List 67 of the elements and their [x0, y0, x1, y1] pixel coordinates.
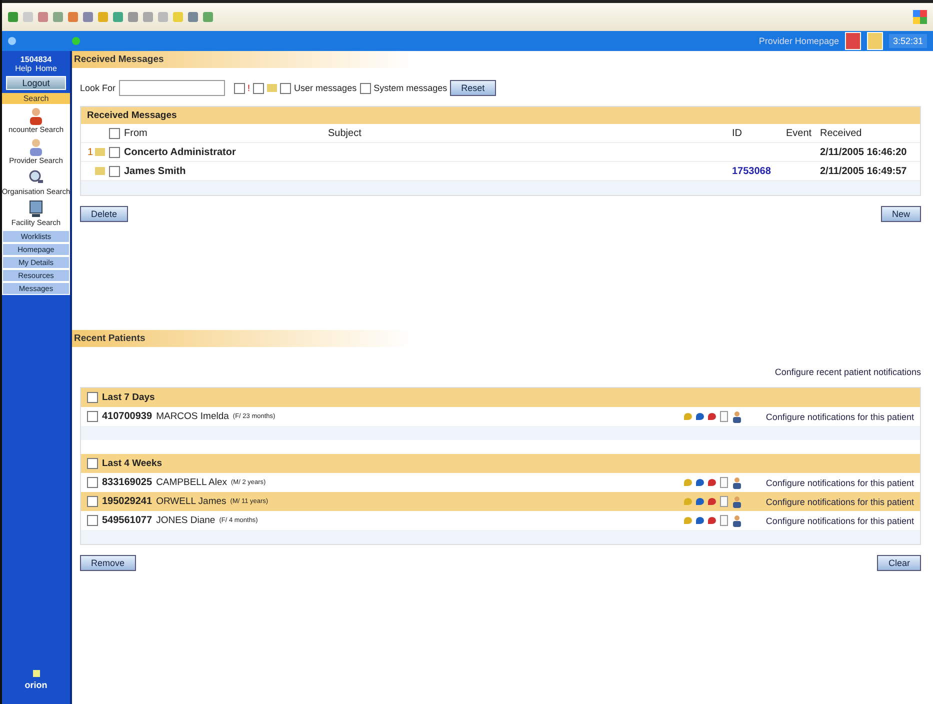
message-id-link[interactable]: 1753068: [732, 166, 771, 176]
table-title: Received Messages: [81, 107, 920, 124]
filter-label: User messages: [294, 83, 357, 93]
sender-name[interactable]: James Smith: [124, 166, 324, 176]
document-icon[interactable]: [720, 477, 728, 488]
column-header: Received: [820, 128, 863, 138]
column-header: Event: [786, 128, 813, 138]
configure-notifications-link[interactable]: Configure notifications for this patient: [766, 496, 914, 506]
new-button[interactable]: New: [880, 206, 921, 222]
clear-button[interactable]: Clear: [877, 555, 921, 571]
patient-name: CAMPBELL Alex: [156, 477, 227, 488]
checkbox[interactable]: [87, 392, 98, 403]
patient-id: 195029241: [102, 496, 152, 507]
patient-name: MARCOS Imelda: [156, 411, 229, 422]
home-link[interactable]: Home: [36, 64, 57, 73]
section-header: Search: [2, 93, 70, 104]
patient-id: 549561077: [102, 515, 152, 526]
windows-flag-icon: [913, 10, 927, 24]
document-icon[interactable]: [720, 411, 728, 422]
patient-name: ORWELL James: [156, 496, 226, 507]
help-link[interactable]: Help: [15, 64, 32, 73]
received-time: 2/11/2005 16:49:57: [820, 166, 908, 176]
column-header: ID: [732, 128, 743, 138]
logout-button[interactable]: Logout: [6, 76, 66, 90]
group-title: Last 4 Weeks: [102, 458, 162, 469]
unread-count: 1: [87, 146, 93, 158]
configure-notifications-link[interactable]: Configure notifications for this patient: [766, 412, 914, 422]
logo-icon: [32, 670, 40, 677]
document-icon[interactable]: [720, 515, 728, 526]
look-for-field[interactable]: [118, 80, 225, 96]
patient-name: JONES Diane: [156, 515, 216, 526]
checkbox[interactable]: [360, 82, 371, 94]
patient-id: 833169025: [102, 477, 152, 488]
filter-label: System messages: [374, 83, 448, 93]
received-time: 2/11/2005 16:46:20: [820, 146, 908, 158]
folder-icon: [95, 148, 105, 156]
checkbox[interactable]: [87, 477, 98, 488]
checkbox[interactable]: [109, 166, 120, 176]
folder-icon: [95, 167, 105, 175]
checkbox[interactable]: [253, 82, 264, 94]
checkbox[interactable]: [280, 82, 292, 94]
folder-icon: [267, 84, 278, 92]
flag-label: !: [248, 83, 250, 93]
checkbox[interactable]: [109, 146, 120, 158]
remove-button[interactable]: Remove: [80, 555, 136, 571]
configure-notifications-link[interactable]: Configure recent patient notifications: [774, 367, 921, 377]
checkbox[interactable]: [87, 411, 98, 422]
logo: orion: [24, 680, 48, 690]
checkbox[interactable]: [87, 515, 98, 526]
checkbox[interactable]: [87, 458, 98, 469]
reset-button[interactable]: Reset: [450, 80, 496, 96]
look-for-label: Look For: [80, 83, 116, 93]
user-id: 1504834: [19, 55, 53, 64]
checkbox[interactable]: [87, 496, 98, 507]
sender-name[interactable]: Concerto Administrator: [124, 146, 324, 158]
monitor-icon[interactable]: [28, 200, 44, 218]
delete-button[interactable]: Delete: [80, 206, 128, 222]
checkbox[interactable]: [109, 128, 120, 138]
checkbox[interactable]: [234, 82, 245, 94]
column-header: Subject: [328, 128, 362, 138]
clock-time: 3:52:31: [888, 34, 927, 48]
document-icon[interactable]: [720, 496, 728, 507]
configure-notifications-link[interactable]: Configure notifications for this patient: [766, 478, 914, 488]
group-title: Last 7 Days: [102, 392, 155, 403]
patient-id: 410700939: [102, 411, 152, 422]
configure-notifications-link[interactable]: Configure notifications for this patient: [766, 516, 914, 526]
column-header: From: [124, 128, 148, 138]
